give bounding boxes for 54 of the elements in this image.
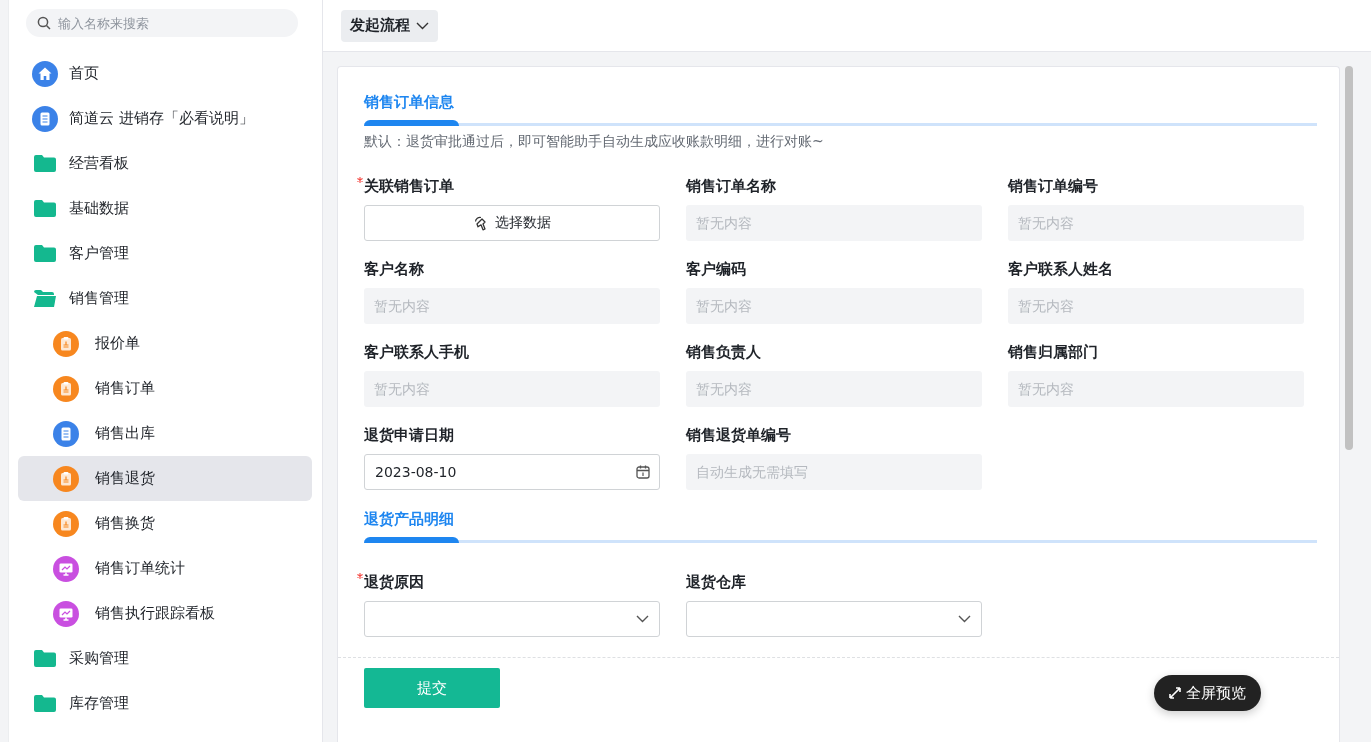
input-field[interactable]: 暂无内容: [686, 205, 982, 241]
input-field[interactable]: 暂无内容: [686, 371, 982, 407]
nav-item[interactable]: 销售出库: [18, 411, 312, 456]
field-label: 关联销售订单: [364, 177, 454, 196]
folder-item[interactable]: 销售管理: [18, 276, 312, 321]
input-field[interactable]: 暂无内容: [1008, 205, 1304, 241]
section-description: 默认：退货审批通过后，即可智能助手自动生成应收账款明细，进行对账~: [364, 133, 825, 151]
folder-item[interactable]: 采购管理: [18, 636, 312, 681]
date-field[interactable]: 2023-08-10: [364, 454, 660, 490]
input-field[interactable]: 暂无内容: [686, 288, 982, 324]
field-label: 销售负责人: [686, 343, 761, 362]
field-label: 退货原因: [364, 573, 424, 592]
field-label: 客户名称: [364, 260, 424, 279]
input-field[interactable]: 暂无内容: [364, 288, 660, 324]
field-label: 退货申请日期: [364, 426, 454, 445]
expand-icon: [1169, 687, 1181, 699]
search-icon: [37, 16, 51, 30]
input-field[interactable]: 自动生成无需填写: [686, 454, 982, 490]
folder-item[interactable]: 经营看板: [18, 141, 312, 186]
field-label: 销售订单名称: [686, 177, 776, 196]
field-label: 退货仓库: [686, 573, 746, 592]
field-label: 销售归属部门: [1008, 343, 1098, 362]
chevron-down-icon: [636, 615, 649, 623]
field-label: 客户联系人姓名: [1008, 260, 1113, 279]
nav-item[interactable]: 首页: [18, 51, 312, 96]
nav-item[interactable]: 简道云 进销存「必看说明」: [18, 96, 312, 141]
field-label: 客户联系人手机: [364, 343, 469, 362]
search-field[interactable]: 输入名称来搜索: [26, 9, 298, 37]
select-field[interactable]: [364, 601, 660, 637]
input-field[interactable]: 暂无内容: [364, 371, 660, 407]
folder-item[interactable]: 库存管理: [18, 681, 312, 726]
nav-item[interactable]: 销售执行跟踪看板: [18, 591, 312, 636]
nav-item[interactable]: 销售订单: [18, 366, 312, 411]
field-label: 销售订单编号: [1008, 177, 1098, 196]
nav-item[interactable]: 报价单: [18, 321, 312, 366]
section-title: 退货产品明细: [364, 510, 455, 529]
input-field[interactable]: 暂无内容: [1008, 288, 1304, 324]
section-title: 销售订单信息: [364, 93, 455, 112]
scrollbar-thumb[interactable]: [1345, 66, 1353, 450]
field-label: 销售退货单编号: [686, 426, 791, 445]
calendar-icon: [636, 465, 650, 479]
folder-item[interactable]: 客户管理: [18, 231, 312, 276]
nav-item[interactable]: 销售退货: [18, 456, 312, 501]
chevron-down-icon: [416, 21, 429, 30]
menu-button[interactable]: 发起流程: [341, 9, 438, 42]
folder-item[interactable]: 基础数据: [18, 186, 312, 231]
select-data-button[interactable]: 选择数据: [364, 205, 660, 241]
fullscreen-preview-button[interactable]: 全屏预览: [1154, 675, 1261, 711]
input-field[interactable]: 暂无内容: [1008, 371, 1304, 407]
field-label: 客户编码: [686, 260, 746, 279]
chevron-down-icon: [958, 615, 971, 623]
select-field[interactable]: [686, 601, 982, 637]
nav-item[interactable]: 销售换货: [18, 501, 312, 546]
nav-item[interactable]: 销售订单统计: [18, 546, 312, 591]
